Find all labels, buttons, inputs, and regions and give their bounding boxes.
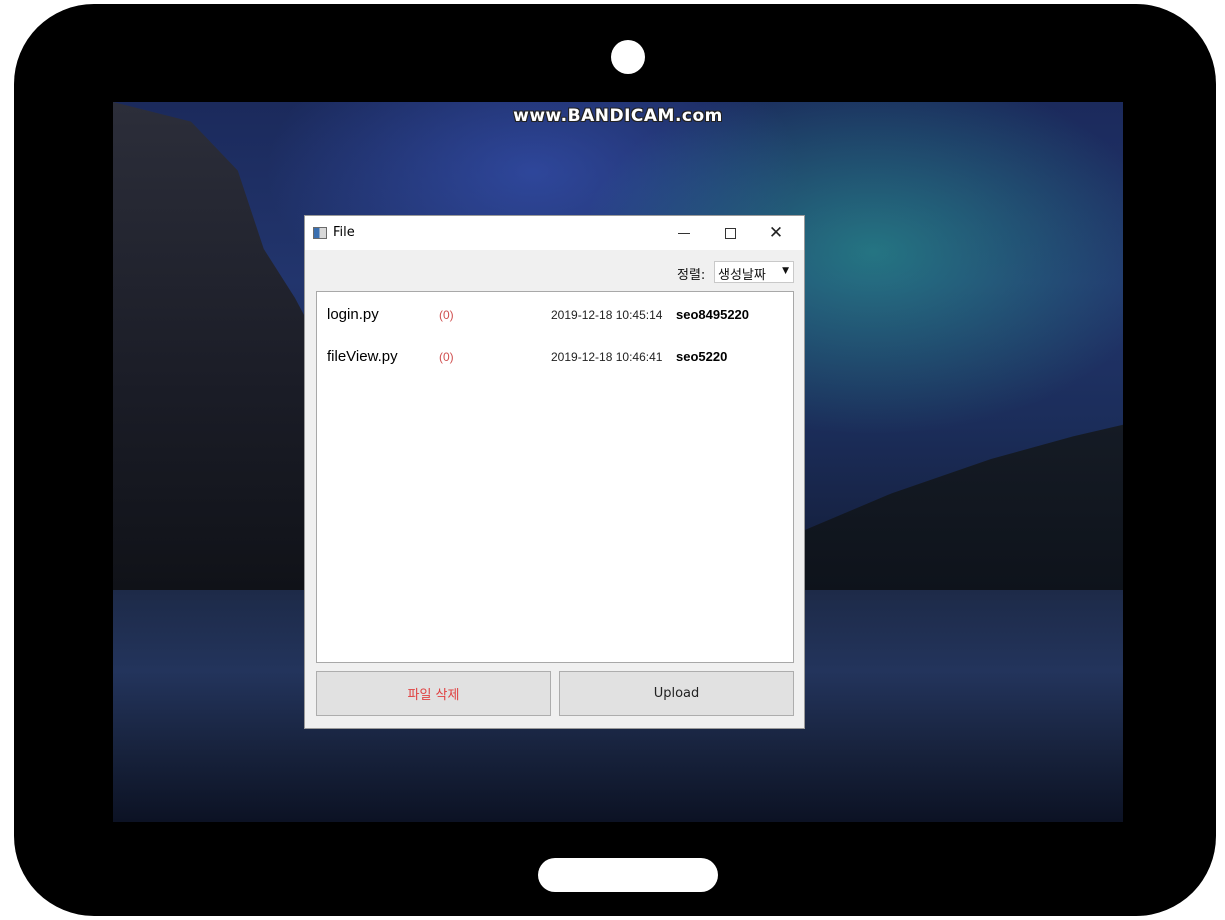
- dropdown-arrow-icon: ▼: [782, 266, 789, 276]
- camera-dot: [611, 40, 645, 74]
- minimize-icon: [678, 232, 690, 234]
- minimize-button[interactable]: [661, 216, 707, 250]
- file-count: (0): [439, 308, 454, 322]
- file-name: fileView.py: [327, 348, 398, 365]
- close-icon: ✕: [768, 222, 784, 243]
- wallpaper-hill: [793, 424, 1123, 592]
- close-button[interactable]: ✕: [753, 216, 799, 250]
- delete-file-button[interactable]: 파일 삭제: [316, 671, 551, 716]
- file-date: 2019-12-18 10:46:41: [551, 350, 663, 364]
- sort-label: 정렬:: [677, 268, 706, 283]
- file-date: 2019-12-18 10:45:14: [551, 308, 663, 322]
- upload-button[interactable]: Upload: [559, 671, 794, 716]
- window-app-icon: [313, 227, 327, 239]
- file-list[interactable]: login.py (0) 2019-12-18 10:45:14 seo8495…: [316, 291, 794, 663]
- window-titlebar[interactable]: File ✕: [305, 216, 804, 250]
- file-user: seo8495220: [676, 307, 750, 322]
- sort-dropdown[interactable]: 생성날짜 ▼: [714, 261, 794, 283]
- maximize-button[interactable]: [707, 216, 753, 250]
- window-title: File: [333, 225, 355, 240]
- maximize-icon: [724, 227, 736, 239]
- file-window: File ✕ 정렬: 생성날짜 ▼ login.py (0) 2019-12-1…: [304, 215, 805, 729]
- file-row[interactable]: fileView.py (0) 2019-12-18 10:46:41 seo5…: [317, 344, 793, 370]
- file-name: login.py: [327, 306, 379, 323]
- recorder-watermark: www.BANDICAM.com: [513, 106, 723, 126]
- file-count: (0): [439, 350, 454, 364]
- sort-selected-value: 생성날짜: [718, 268, 766, 283]
- home-button[interactable]: [538, 858, 718, 892]
- file-row[interactable]: login.py (0) 2019-12-18 10:45:14 seo8495…: [317, 302, 793, 328]
- file-user: seo5220: [676, 349, 728, 364]
